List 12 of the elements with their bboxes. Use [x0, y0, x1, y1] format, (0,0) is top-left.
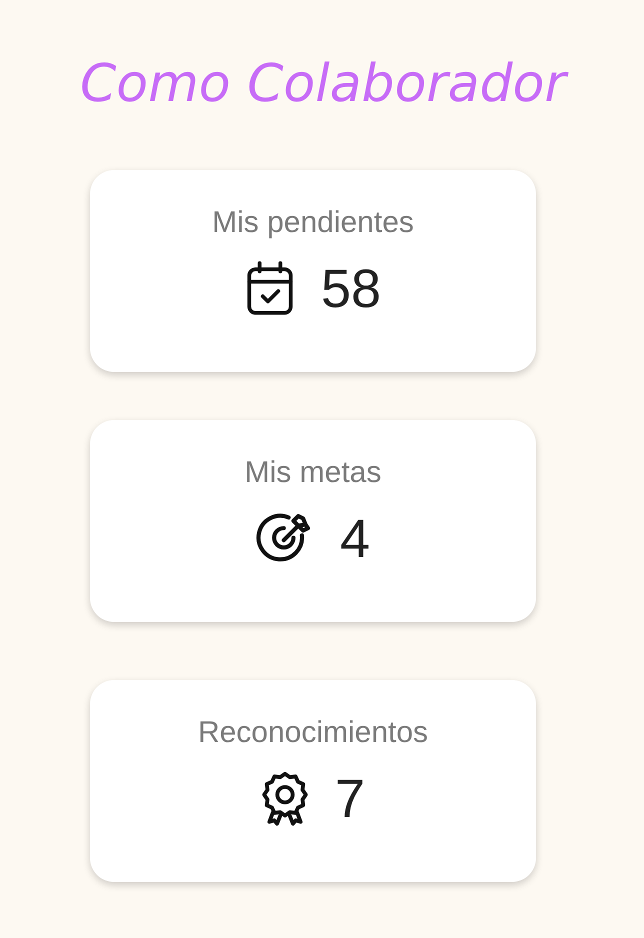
count-value: 7 — [334, 768, 366, 830]
card-label: Reconocimientos — [198, 716, 428, 750]
calendar-check-icon — [244, 261, 295, 317]
stat-card[interactable]: Mis metas 4 — [90, 420, 536, 622]
stat-card[interactable]: Reconocimientos 7 — [90, 680, 536, 882]
count-value: 4 — [340, 508, 370, 570]
stat-card[interactable]: Mis pendientes 58 — [90, 170, 536, 372]
section-title: Como Colaborador — [0, 0, 566, 124]
award-ribbon-icon — [260, 770, 309, 828]
card-label: Mis metas — [244, 456, 382, 490]
count-value: 58 — [320, 258, 382, 320]
card-label: Mis pendientes — [212, 206, 414, 240]
